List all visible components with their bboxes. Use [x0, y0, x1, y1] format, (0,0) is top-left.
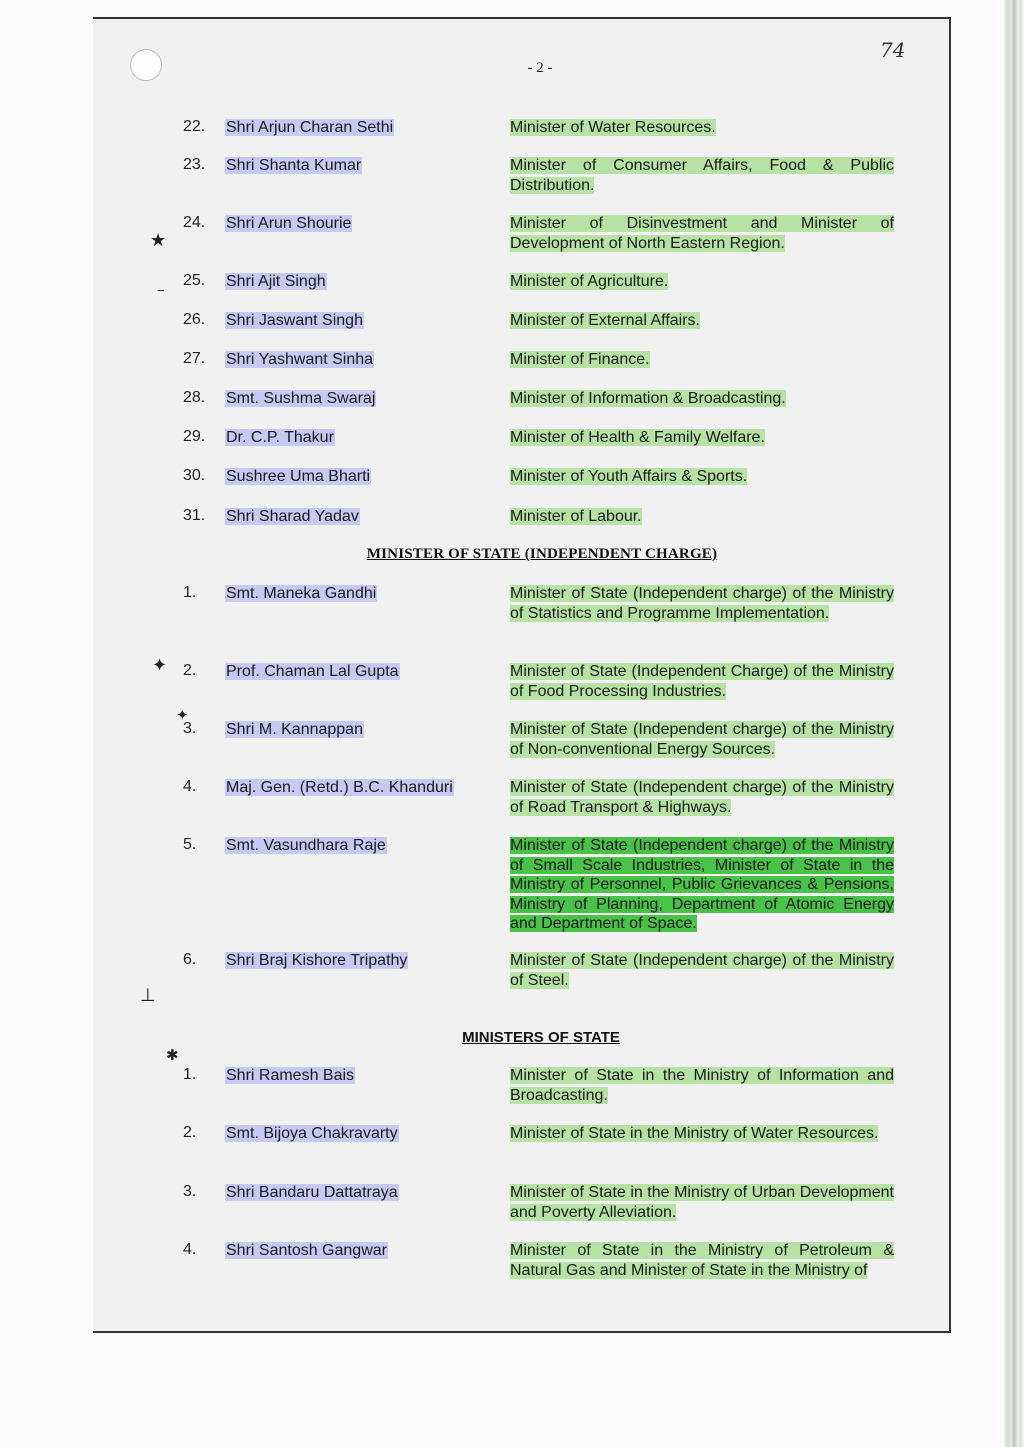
- item-number: 2.: [183, 662, 197, 679]
- item-number: 22.: [183, 118, 206, 135]
- tick-mark-icon: ✦: [176, 706, 189, 724]
- section-heading-independent-charge: MINISTER OF STATE (INDEPENDENT CHARGE): [366, 546, 718, 562]
- portfolio: Minister of Information & Broadcasting.: [510, 390, 786, 407]
- minister-name: Shri Arjun Charan Sethi: [225, 119, 395, 136]
- minister-name: Shri Jaswant Singh: [225, 312, 364, 329]
- minister-name: Smt. Bijoya Chakravarty: [225, 1125, 399, 1142]
- item-number: 29.: [183, 428, 206, 445]
- minister-name: Smt. Sushma Swaraj: [225, 390, 377, 407]
- portfolio: Minister of Labour.: [510, 508, 642, 525]
- page-number: - 2 -: [527, 60, 553, 76]
- portfolio: Minister of State in the Ministry of Pet…: [510, 1242, 894, 1279]
- section-heading-ministers-of-state: MINISTERS OF STATE: [462, 1029, 620, 1046]
- minister-name: Shri Braj Kishore Tripathy: [225, 952, 409, 969]
- portfolio: Minister of State in the Ministry of Urb…: [510, 1184, 894, 1221]
- tick-mark-icon: ✦: [152, 655, 168, 676]
- item-number: 1.: [183, 584, 197, 601]
- item-number: 5.: [183, 836, 197, 853]
- scan-edge-strip: [1004, 0, 1024, 1447]
- portfolio: Minister of Finance.: [510, 351, 650, 368]
- item-number: 28.: [183, 389, 206, 406]
- portfolio: Minister of State (Independent charge) o…: [510, 721, 894, 758]
- minister-name: Smt. Vasundhara Raje: [225, 837, 387, 854]
- punch-hole: [130, 49, 162, 81]
- tick-mark-icon: ‒: [157, 283, 165, 297]
- item-number: 30.: [183, 467, 206, 484]
- minister-name: Sushree Uma Bharti: [225, 468, 372, 485]
- portfolio: Minister of Agriculture.: [510, 273, 669, 290]
- minister-name: Shri Sharad Yadav: [225, 508, 360, 525]
- portfolio: Minister of Water Resources.: [510, 119, 716, 136]
- item-number: 31.: [183, 507, 206, 524]
- item-number: 2.: [183, 1124, 197, 1141]
- item-number: 26.: [183, 311, 206, 328]
- portfolio: Minister of State (Independent Charge) o…: [510, 663, 894, 700]
- portfolio: Minister of State in the Ministry of Wat…: [510, 1125, 879, 1142]
- item-number: 23.: [183, 156, 206, 173]
- handwritten-folio: 74: [880, 38, 906, 62]
- minister-name: Shri Shanta Kumar: [225, 157, 363, 174]
- item-number: 4.: [183, 1241, 197, 1258]
- minister-name: Shri Arun Shourie: [225, 215, 353, 232]
- minister-name: Prof. Chaman Lal Gupta: [225, 663, 400, 680]
- minister-name: Shri Bandaru Dattatraya: [225, 1184, 399, 1201]
- item-number: 1.: [183, 1066, 197, 1083]
- item-number: 25.: [183, 272, 206, 289]
- minister-name: Shri Santosh Gangwar: [225, 1242, 388, 1259]
- tick-mark-icon: ⊥: [140, 985, 156, 1006]
- minister-name: Shri M. Kannappan: [225, 721, 364, 738]
- tick-mark-icon: ✱: [166, 1046, 179, 1064]
- minister-name: Smt. Maneka Gandhi: [225, 585, 378, 602]
- portfolio: Minister of State (Independent charge) o…: [510, 952, 894, 989]
- item-number: 4.: [183, 778, 197, 795]
- minister-name: Shri Ajit Singh: [225, 273, 327, 290]
- tick-mark-icon: ★: [150, 230, 167, 251]
- item-number: 24.: [183, 214, 206, 231]
- minister-name: Maj. Gen. (Retd.) B.C. Khanduri: [225, 779, 454, 796]
- minister-name: Shri Ramesh Bais: [225, 1067, 356, 1084]
- portfolio: Minister of State in the Ministry of Inf…: [510, 1067, 894, 1104]
- portfolio: Minister of External Affairs.: [510, 312, 700, 329]
- minister-name: Shri Yashwant Sinha: [225, 351, 375, 368]
- portfolio: Minister of State (Independent charge) o…: [510, 585, 894, 622]
- portfolio: Minister of Health & Family Welfare.: [510, 429, 765, 446]
- portfolio: Minister of State (Independent charge) o…: [510, 779, 894, 816]
- item-number: 3.: [183, 1183, 197, 1200]
- item-number: 6.: [183, 951, 197, 968]
- portfolio: Minister of State (Independent charge) o…: [510, 837, 894, 932]
- portfolio: Minister of Disinvestment and Minister o…: [510, 215, 894, 252]
- portfolio: Minister of Consumer Affairs, Food & Pub…: [510, 157, 894, 194]
- item-number: 27.: [183, 350, 206, 367]
- minister-name: Dr. C.P. Thakur: [225, 429, 335, 446]
- portfolio: Minister of Youth Affairs & Sports.: [510, 468, 748, 485]
